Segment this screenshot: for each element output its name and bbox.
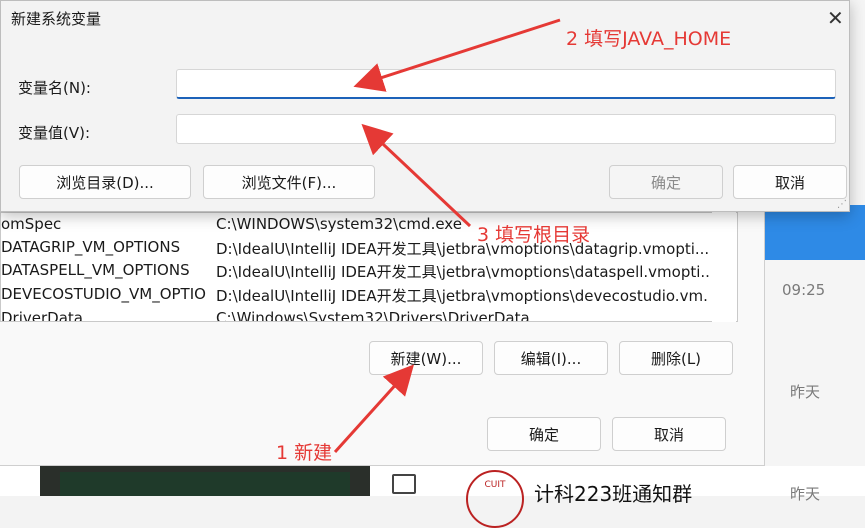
- arrow-step3: [361, 123, 472, 228]
- annotation-step3: 3 填写根目录: [477, 224, 591, 246]
- annotation-step2: 2 填写JAVA_HOME: [566, 28, 732, 50]
- arrow-step2: [353, 18, 561, 92]
- arrow-step1: [333, 364, 415, 454]
- annotation-arrows: [333, 18, 561, 454]
- annotation-step1: 1 新建: [276, 442, 333, 464]
